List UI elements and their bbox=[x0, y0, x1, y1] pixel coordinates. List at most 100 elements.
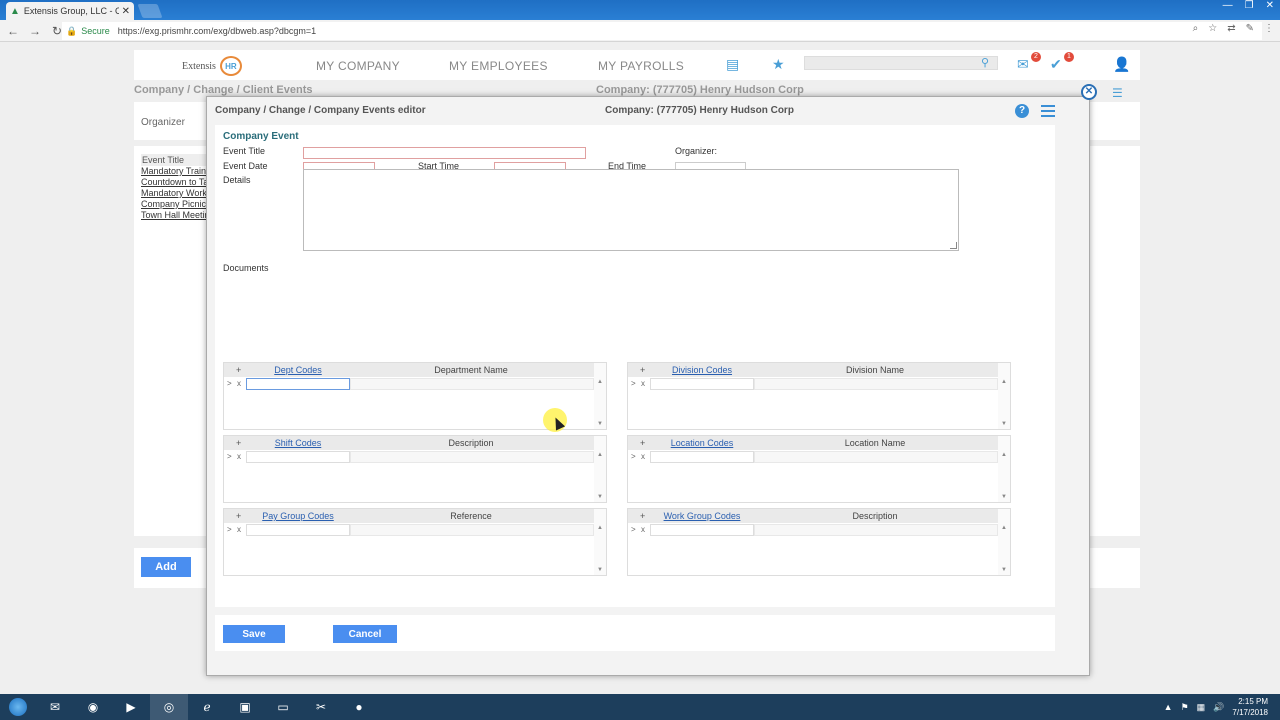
network-icon[interactable]: ▦ bbox=[1197, 702, 1206, 713]
grid-scrollbar[interactable]: ▲ ▼ bbox=[998, 436, 1010, 502]
volume-icon[interactable]: 🔊 bbox=[1213, 702, 1224, 713]
details-textarea[interactable] bbox=[303, 169, 959, 251]
event-link[interactable]: Company Picnic bbox=[141, 199, 207, 210]
favorites-star-icon[interactable]: ★ bbox=[772, 56, 785, 73]
flag-icon[interactable]: ⚑ bbox=[1181, 702, 1189, 713]
work-group-code-input[interactable] bbox=[650, 524, 754, 536]
event-link[interactable]: Countdown to Tax bbox=[141, 177, 207, 188]
grid-scrollbar[interactable]: ▲ ▼ bbox=[594, 509, 606, 575]
extension-icon[interactable]: ✎ bbox=[1246, 23, 1254, 34]
modal-close-icon[interactable]: ✕ bbox=[1081, 84, 1097, 100]
table-row: > x bbox=[628, 524, 998, 536]
document-icon[interactable]: ▤ bbox=[726, 56, 739, 73]
shift-code-input[interactable] bbox=[246, 451, 350, 463]
close-window-icon[interactable]: ✕ bbox=[1266, 0, 1274, 11]
row-expand-icon[interactable]: > bbox=[227, 525, 232, 534]
media-task-icon[interactable]: ▶ bbox=[112, 694, 150, 720]
translate-icon[interactable]: ⇄ bbox=[1227, 23, 1235, 34]
tray-expand-icon[interactable]: ▲ bbox=[1164, 702, 1173, 712]
mail-icon[interactable]: ✉ 2 bbox=[1017, 52, 1041, 73]
add-row-icon[interactable]: + bbox=[640, 365, 645, 375]
list-menu-icon[interactable] bbox=[1041, 105, 1055, 117]
browser-menu-icon[interactable]: ⋮ bbox=[1264, 23, 1274, 34]
recorder-task-icon[interactable]: ● bbox=[340, 694, 378, 720]
search-icon[interactable]: ⚲ bbox=[981, 56, 989, 69]
division-code-input[interactable] bbox=[650, 378, 754, 390]
close-icon[interactable]: ✕ bbox=[122, 6, 130, 17]
background-event-list: Event Title Mandatory Training Countdown… bbox=[141, 154, 207, 221]
grid-scrollbar[interactable]: ▲ ▼ bbox=[998, 363, 1010, 429]
forward-icon[interactable]: → bbox=[26, 24, 44, 38]
nav-my-payrolls[interactable]: MY PAYROLLS bbox=[598, 59, 684, 73]
description-cell bbox=[754, 524, 998, 536]
ie-task-icon[interactable]: ℯ bbox=[188, 694, 226, 720]
event-link[interactable]: Mandatory Training bbox=[141, 166, 207, 177]
clock[interactable]: 2:15 PM 7/17/2018 bbox=[1232, 696, 1268, 718]
back-icon[interactable]: ← bbox=[4, 24, 22, 38]
maximize-icon[interactable]: ❐ bbox=[1245, 0, 1254, 11]
outlook-task-icon[interactable]: ✉ bbox=[36, 694, 74, 720]
save-button[interactable]: Save bbox=[223, 625, 285, 643]
row-expand-icon[interactable]: > bbox=[631, 379, 636, 388]
work-group-codes-header[interactable]: Work Group Codes bbox=[658, 511, 746, 521]
event-title-input[interactable] bbox=[303, 147, 586, 159]
cancel-button[interactable]: Cancel bbox=[333, 625, 397, 643]
address-bar[interactable]: 🔒 Secure https://exg.prismhr.com/exg/dbw… bbox=[62, 22, 1262, 40]
event-link[interactable]: Town Hall Meeting bbox=[141, 210, 207, 221]
location-code-input[interactable] bbox=[650, 451, 754, 463]
company-events-editor-modal: Company / Change / Company Events editor… bbox=[206, 96, 1090, 676]
help-icon[interactable]: ? bbox=[1015, 104, 1029, 118]
row-expand-icon[interactable]: > bbox=[227, 452, 232, 461]
division-codes-header[interactable]: Division Codes bbox=[658, 365, 746, 375]
zoom-icon[interactable]: ⌕ bbox=[1193, 23, 1199, 34]
event-link[interactable]: Mandatory Workshop bbox=[141, 188, 207, 199]
row-delete-icon[interactable]: x bbox=[641, 525, 645, 534]
bookmark-star-icon[interactable]: ☆ bbox=[1208, 23, 1217, 34]
row-delete-icon[interactable]: x bbox=[237, 379, 241, 388]
add-row-icon[interactable]: + bbox=[236, 511, 241, 521]
add-button[interactable]: Add bbox=[141, 557, 191, 577]
new-tab-button[interactable] bbox=[137, 4, 163, 18]
row-expand-icon[interactable]: > bbox=[631, 525, 636, 534]
grid-scrollbar[interactable]: ▲ ▼ bbox=[594, 363, 606, 429]
nav-my-company[interactable]: MY COMPANY bbox=[316, 59, 400, 73]
browser-tab[interactable]: ▲ Extensis Group, LLC - Co ✕ bbox=[6, 2, 134, 20]
dept-code-input[interactable] bbox=[246, 378, 350, 390]
grid-header: + Dept Codes Department Name bbox=[224, 363, 594, 377]
dept-codes-header[interactable]: Dept Codes bbox=[254, 365, 342, 375]
grid-scrollbar[interactable]: ▲ ▼ bbox=[594, 436, 606, 502]
window-controls: — ❐ ✕ bbox=[1223, 0, 1274, 11]
toolbar-actions: ⌕ ☆ ⇄ ✎ ⋮ bbox=[1193, 23, 1274, 34]
add-row-icon[interactable]: + bbox=[236, 365, 241, 375]
pay-group-codes-header[interactable]: Pay Group Codes bbox=[254, 511, 342, 521]
location-codes-header[interactable]: Location Codes bbox=[658, 438, 746, 448]
snipping-task-icon[interactable]: ✂ bbox=[302, 694, 340, 720]
header-search-input[interactable]: ⚲ bbox=[804, 56, 998, 70]
row-delete-icon[interactable]: x bbox=[237, 525, 241, 534]
row-delete-icon[interactable]: x bbox=[641, 452, 645, 461]
row-delete-icon[interactable]: x bbox=[641, 379, 645, 388]
row-expand-icon[interactable]: > bbox=[227, 379, 232, 388]
chrome-task-icon[interactable]: ◎ bbox=[150, 694, 188, 720]
app-task-icon[interactable]: ▣ bbox=[226, 694, 264, 720]
row-expand-icon[interactable]: > bbox=[631, 452, 636, 461]
add-row-icon[interactable]: + bbox=[236, 438, 241, 448]
firefox-task-icon[interactable]: ◉ bbox=[74, 694, 112, 720]
add-row-icon[interactable]: + bbox=[640, 511, 645, 521]
start-button[interactable] bbox=[0, 694, 36, 720]
row-delete-icon[interactable]: x bbox=[237, 452, 241, 461]
table-row: > x bbox=[224, 378, 594, 390]
shift-codes-header[interactable]: Shift Codes bbox=[254, 438, 342, 448]
tasks-check-icon[interactable]: ✔ 1 bbox=[1050, 52, 1074, 73]
file-explorer-task-icon[interactable]: ▭ bbox=[264, 694, 302, 720]
nav-my-employees[interactable]: MY EMPLOYEES bbox=[449, 59, 548, 73]
pay-group-code-input[interactable] bbox=[246, 524, 350, 536]
user-profile-icon[interactable]: 👤 bbox=[1113, 56, 1130, 73]
logo[interactable]: Extensis HR bbox=[182, 56, 242, 76]
grid-scrollbar[interactable]: ▲ ▼ bbox=[998, 509, 1010, 575]
add-row-icon[interactable]: + bbox=[640, 438, 645, 448]
url-text: https://exg.prismhr.com/exg/dbweb.asp?db… bbox=[117, 26, 317, 36]
location-codes-grid: + Location Codes Location Name > x ▲ ▼ bbox=[627, 435, 1011, 503]
background-menu-icon[interactable]: ☰ bbox=[1112, 86, 1123, 100]
minimize-icon[interactable]: — bbox=[1223, 0, 1233, 11]
